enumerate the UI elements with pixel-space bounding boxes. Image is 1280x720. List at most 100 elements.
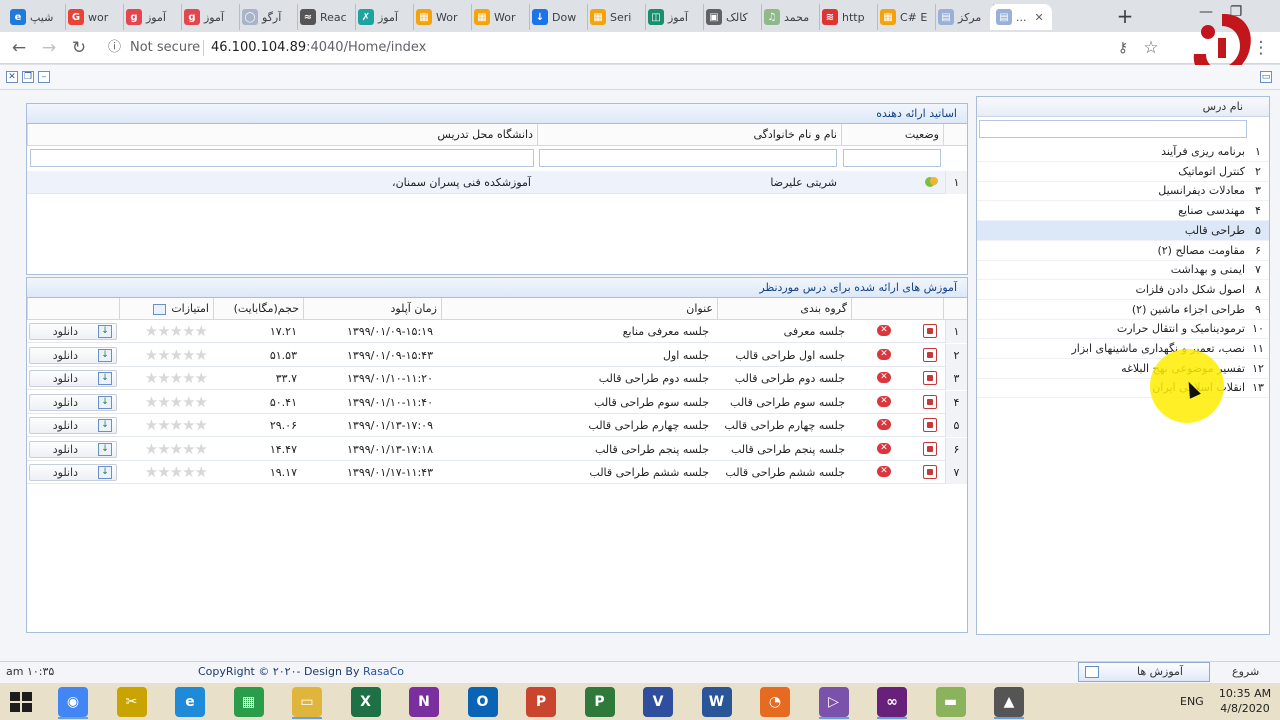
column-university[interactable]: دانشگاه محل تدریس (27, 124, 537, 146)
taskbar-powerpoint-icon[interactable]: P (526, 687, 556, 717)
course-item[interactable]: ۲ کنترل اتوماتیک (977, 162, 1269, 182)
taskbar-app-dark-icon[interactable]: ▲ (994, 687, 1024, 717)
delete-icon[interactable]: ✕ (877, 348, 891, 360)
rating-stars[interactable]: ★★★★★ (145, 367, 208, 390)
video-icon[interactable] (923, 347, 937, 362)
lesson-row[interactable]: ۴ ✕ جلسه سوم طراحی قالب جلسه سوم طراحی قالب… (27, 390, 967, 414)
taskbar-calc-icon[interactable]: ▦ (233, 687, 264, 717)
course-item[interactable]: ۴ مهندسی صنایع (977, 201, 1269, 222)
course-item[interactable]: ۳ معادلات دیفرانسیل (977, 181, 1269, 202)
download-button[interactable]: ↓ دانلود (29, 323, 117, 340)
browser-tab[interactable]: ↓ Dow (526, 4, 588, 30)
video-icon[interactable] (923, 418, 937, 432)
course-item[interactable]: ۹ طراحی اجزاء ماشین (۲) (977, 300, 1269, 320)
delete-icon[interactable]: ✕ (877, 325, 891, 336)
close-icon[interactable]: ✕ (6, 71, 18, 83)
delete-icon[interactable]: ✕ (877, 466, 891, 477)
taskbar-chrome-icon[interactable]: ◉ (58, 687, 88, 717)
taskbar-project-icon[interactable]: P (584, 687, 615, 717)
clock-time[interactable]: 10:35 AM (1218, 687, 1272, 700)
column-name[interactable]: نام و نام خانوادگی (537, 124, 841, 146)
course-item[interactable]: ۸ اصول شکل دادن فلزات (977, 280, 1269, 300)
course-item[interactable]: ۵ طراحی قالب (977, 220, 1269, 241)
download-button[interactable]: ↓ دانلود (29, 346, 117, 364)
restore-icon[interactable]: ❐ (22, 71, 34, 83)
clock-date[interactable]: 4/8/2020 (1218, 702, 1272, 715)
forward-icon[interactable]: → (38, 38, 60, 58)
taskbar-outlook-icon[interactable]: O (467, 687, 498, 717)
close-tab-icon[interactable]: ✕ (1035, 11, 1044, 24)
course-item[interactable]: ۱ برنامه ریزی فرآیند (977, 142, 1269, 162)
course-item[interactable]: ۶ مقاومت مصالح (۲) (977, 241, 1269, 261)
video-icon[interactable] (923, 371, 937, 385)
back-icon[interactable]: ← (8, 38, 30, 58)
filter-icon[interactable] (152, 303, 166, 315)
rating-stars[interactable]: ★★★★★ (145, 391, 208, 414)
course-item[interactable]: ۱۳انقلاب اسلامی ایران (977, 378, 1269, 399)
browser-tab[interactable]: Gwor (62, 4, 124, 30)
start-button[interactable]: شروع (1232, 665, 1259, 678)
download-button[interactable]: ↓ دانلود (29, 417, 117, 434)
lesson-row[interactable]: ۱ ✕ جلسه معرفی جلسه معرفی منابع ۱۳۹۹/۰۱/۰۹-۱… (27, 320, 967, 343)
column-rating[interactable]: امتیازات (119, 298, 213, 320)
browser-tab[interactable]: ✗ آموز (352, 4, 414, 30)
download-button[interactable]: ↓ دانلود (29, 464, 117, 481)
browser-tab[interactable]: ▤ مرکز (932, 4, 994, 30)
rating-stars[interactable]: ★★★★★ (145, 320, 208, 343)
minimize-icon[interactable]: – (38, 71, 50, 83)
taskbar-word-icon[interactable]: W (701, 687, 732, 717)
taskbar-onenote-icon[interactable]: N (409, 687, 439, 717)
download-button[interactable]: ↓ دانلود (29, 393, 117, 411)
browser-tab[interactable]: g آموز (178, 4, 240, 30)
browser-tab[interactable]: g آموز (120, 4, 182, 30)
teacher-row[interactable]: ۱ شریتی علیرضا آموزشکده فنی پسران سمنان، (27, 171, 967, 194)
column-title[interactable]: عنوان (441, 298, 717, 320)
browser-tab[interactable]: ◫ آموز (642, 4, 704, 30)
course-search-input[interactable] (979, 120, 1247, 138)
filter-status-input[interactable] (843, 149, 941, 167)
filter-university-input[interactable] (30, 149, 534, 167)
rating-stars[interactable]: ★★★★★ (145, 414, 208, 437)
brand-link[interactable]: RasaCo (363, 665, 404, 678)
delete-icon[interactable]: ✕ (877, 419, 891, 430)
course-item[interactable]: ۷ ایمنی و بهداشت (977, 260, 1269, 281)
browser-tab[interactable]: ≈ Reac (294, 4, 356, 30)
info-icon[interactable]: ⓘ (108, 36, 121, 60)
rating-stars[interactable]: ★★★★★ (145, 461, 208, 484)
taskbar-firefox-icon[interactable]: ◔ (760, 687, 790, 717)
browser-tab[interactable]: ◯ آرگو (236, 4, 298, 30)
browser-tab[interactable]: ▣ کالک (700, 4, 762, 30)
delete-icon[interactable]: ✕ (877, 395, 891, 407)
lesson-row[interactable]: ۶ ✕ جلسه پنجم طراحی قالب جلسه پنجم طراحی قا… (27, 437, 967, 461)
browser-tab[interactable]: ♫ محمد (758, 4, 820, 30)
keyboard-language[interactable]: ENG (1180, 695, 1204, 708)
browser-tab[interactable]: e شیپ (4, 4, 66, 30)
taskbar-visio-icon[interactable]: V (643, 687, 673, 717)
taskbar-tools-icon[interactable]: ✂ (116, 687, 147, 717)
rating-stars[interactable]: ★★★★★ (145, 438, 208, 461)
video-icon[interactable] (923, 441, 937, 456)
filter-name-input[interactable] (539, 149, 837, 167)
browser-tab[interactable]: ≋ http (816, 4, 878, 30)
new-tab-button[interactable]: + (1114, 6, 1136, 28)
browser-tab[interactable]: ▦ Wor (468, 4, 530, 30)
address-bar[interactable]: ⓘ Not secure 46.100.104.89:4040/Home/ind… (102, 36, 1162, 60)
window-icon[interactable]: ▭ (1260, 71, 1272, 83)
lesson-row[interactable]: ۳ ✕ جلسه دوم طراحی قالب جلسه دوم طراحی قالب… (27, 367, 967, 390)
course-item[interactable]: ۱۰ ترمودینامیک و انتقال حرارت (977, 319, 1269, 340)
lesson-row[interactable]: ۷ ✕ جلسه ششم طراحی قالب جلسه ششم طراحی قالب… (27, 461, 967, 484)
delete-icon[interactable]: ✕ (877, 372, 891, 383)
download-button[interactable]: ↓ دانلود (29, 440, 117, 458)
taskbar-excel-icon[interactable]: X (350, 687, 381, 717)
lesson-row[interactable]: ۵ ✕ جلسه چهارم طراحی قالب جلسه چهارم طراحی … (27, 414, 967, 437)
browser-tab[interactable]: ▦ Seri (584, 4, 646, 30)
course-item[interactable]: ۱۱ نصب، تعمیر و نگهداری ماشینهای ابزار (977, 339, 1269, 359)
taskbar-vs-blend-icon[interactable]: ▷ (818, 687, 849, 717)
taskbar-explorer-icon[interactable]: ▭ (292, 687, 322, 717)
taskbar-ie-icon[interactable]: e (175, 687, 205, 717)
browser-tab[interactable]: ▦ C# E (874, 4, 936, 30)
rating-stars[interactable]: ★★★★★ (145, 344, 208, 367)
delete-icon[interactable]: ✕ (877, 442, 891, 454)
column-upload-time[interactable]: زمان آپلود (303, 298, 441, 320)
browser-tab[interactable]: ▦ Wor (410, 4, 472, 30)
